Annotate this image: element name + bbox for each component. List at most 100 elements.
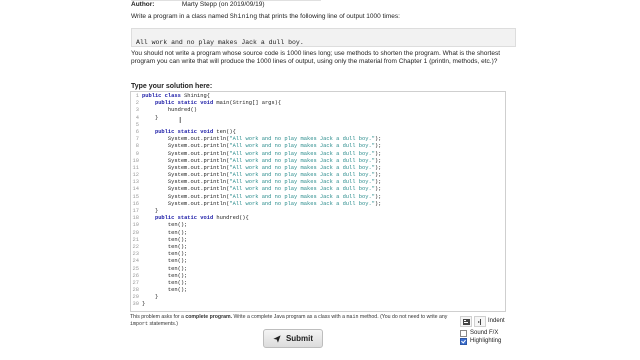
code-line: 26 ten();: [131, 273, 505, 280]
code-line: 20 ten();: [131, 230, 505, 237]
code-line: 24 ten();: [131, 258, 505, 265]
code-keyword: public static void: [154, 215, 217, 222]
note-text-1: This problem asks for a: [130, 314, 186, 320]
code-string: "All work and no play makes Jack a dull …: [229, 157, 375, 164]
editor-tools: Indent: [460, 316, 530, 327]
code-line: 25 ten();: [131, 266, 505, 273]
line-number: 18: [132, 215, 139, 222]
code-string: "All work and no play makes Jack a dull …: [229, 193, 375, 200]
line-number: 27: [132, 279, 139, 286]
code-editor[interactable]: 1 public class Shining{2 public static vo…: [130, 91, 506, 312]
indent-label: Indent: [488, 318, 505, 324]
line-number: 30: [132, 301, 139, 308]
code-text: ten(){: [216, 128, 236, 135]
line-number: 25: [132, 265, 139, 272]
prompt-text-after: that prints the following line of output…: [257, 13, 400, 20]
code-line: 15 System.out.println("All work and no p…: [131, 194, 505, 201]
code-text: ten();: [142, 236, 188, 243]
line-number: 16: [132, 200, 139, 207]
code-line: 3 hundred(): [131, 107, 505, 114]
code-text: );: [374, 172, 382, 179]
code-text: hundred(): [142, 107, 197, 114]
sound-fx-checkbox[interactable]: [460, 329, 467, 337]
code-line: 8 System.out.println("All work and no pl…: [131, 143, 505, 150]
solution-label: Type your solution here:: [131, 83, 213, 90]
line-number: 9: [135, 150, 139, 157]
code-text: System.out.println(: [142, 157, 230, 164]
code-line: 13 System.out.println("All work and no p…: [131, 179, 505, 186]
code-line: 29 }: [131, 294, 505, 301]
code-text: );: [374, 193, 382, 200]
code-text: System.out.println(: [142, 136, 230, 143]
note-text-2: Write a complete Java program as a class…: [232, 314, 347, 320]
sound-fx-label: Sound F/X: [470, 330, 499, 336]
note-code-import: import: [130, 320, 149, 327]
code-string: "All work and no play makes Jack a dull …: [229, 172, 375, 179]
code-text: );: [374, 150, 382, 157]
code-text: );: [374, 186, 382, 193]
prompt-text-before: Write a program in a class named: [131, 13, 230, 20]
text-cursor-icon: I: [179, 116, 182, 125]
code-line: 4 }: [131, 115, 505, 122]
code-text: }: [142, 114, 159, 121]
code-line: 30}: [131, 301, 505, 308]
code-string: "All work and no play makes Jack a dull …: [229, 186, 375, 193]
line-number: 26: [132, 272, 139, 279]
code-line: 11 System.out.println("All work and no p…: [131, 165, 505, 172]
line-number: 13: [132, 179, 139, 186]
code-text: ten();: [142, 251, 188, 258]
code-line: 22 ten();: [131, 244, 505, 251]
code-text: ten();: [142, 272, 188, 279]
note-text-4: statements.): [148, 320, 178, 327]
code-line: 18 public static void hundred(){: [131, 215, 505, 222]
line-number: 3: [135, 107, 139, 114]
code-text: );: [374, 157, 382, 164]
code-keyword: public static void: [154, 100, 217, 107]
code-line: 16 System.out.println("All work and no p…: [131, 201, 505, 208]
line-number: 2: [135, 100, 139, 107]
indent-icon: [477, 318, 481, 325]
highlighting-label: Highlighting: [470, 338, 502, 344]
line-number: 20: [132, 229, 139, 236]
toggle-editor-button[interactable]: [460, 316, 472, 327]
note-text-3: method. (You do not need to write any: [358, 314, 448, 320]
line-number: 14: [132, 186, 139, 193]
code-text: System.out.println(: [142, 186, 230, 193]
code-line: 14 System.out.println("All work and no p…: [131, 186, 505, 193]
line-number: 5: [135, 121, 139, 128]
line-number: 12: [132, 172, 139, 179]
problem-note: This problem asks for a complete program…: [130, 314, 460, 327]
submit-button[interactable]: Submit: [263, 329, 323, 348]
highlighting-option[interactable]: Highlighting: [460, 337, 501, 345]
code-text: ten();: [142, 229, 188, 236]
code-text: ten();: [142, 222, 188, 229]
line-number: 8: [135, 143, 139, 150]
problem-question: You should not write a program whose sou…: [131, 50, 501, 65]
note-bold: complete program.: [185, 314, 233, 320]
author-label: Author:: [131, 1, 155, 8]
line-number: 29: [132, 294, 139, 301]
sound-fx-option[interactable]: Sound F/X: [460, 329, 498, 337]
code-text: }: [142, 208, 159, 214]
code-text: main(String[] args){: [216, 100, 282, 107]
code-text: ten();: [142, 265, 188, 272]
code-string: "All work and no play makes Jack a dull …: [229, 150, 375, 157]
code-text: System.out.println(: [142, 164, 230, 171]
code-keyword: public static void: [154, 128, 217, 135]
code-text: ten();: [142, 279, 188, 286]
indent-button[interactable]: [474, 316, 486, 327]
code-line: 6 public static void ten(){: [131, 129, 505, 136]
code-text: );: [374, 200, 382, 207]
code-text: System.out.println(: [142, 150, 230, 157]
code-line: 27 ten();: [131, 280, 505, 287]
line-number: 21: [132, 236, 139, 243]
highlighting-checkbox[interactable]: [460, 337, 467, 345]
editor-toggle-icon: [462, 318, 470, 325]
send-icon: [273, 334, 281, 343]
code-text: ten();: [142, 258, 188, 265]
code-string: "All work and no play makes Jack a dull …: [229, 200, 375, 207]
code-line: 5: [131, 122, 505, 129]
line-number: 22: [132, 243, 139, 250]
